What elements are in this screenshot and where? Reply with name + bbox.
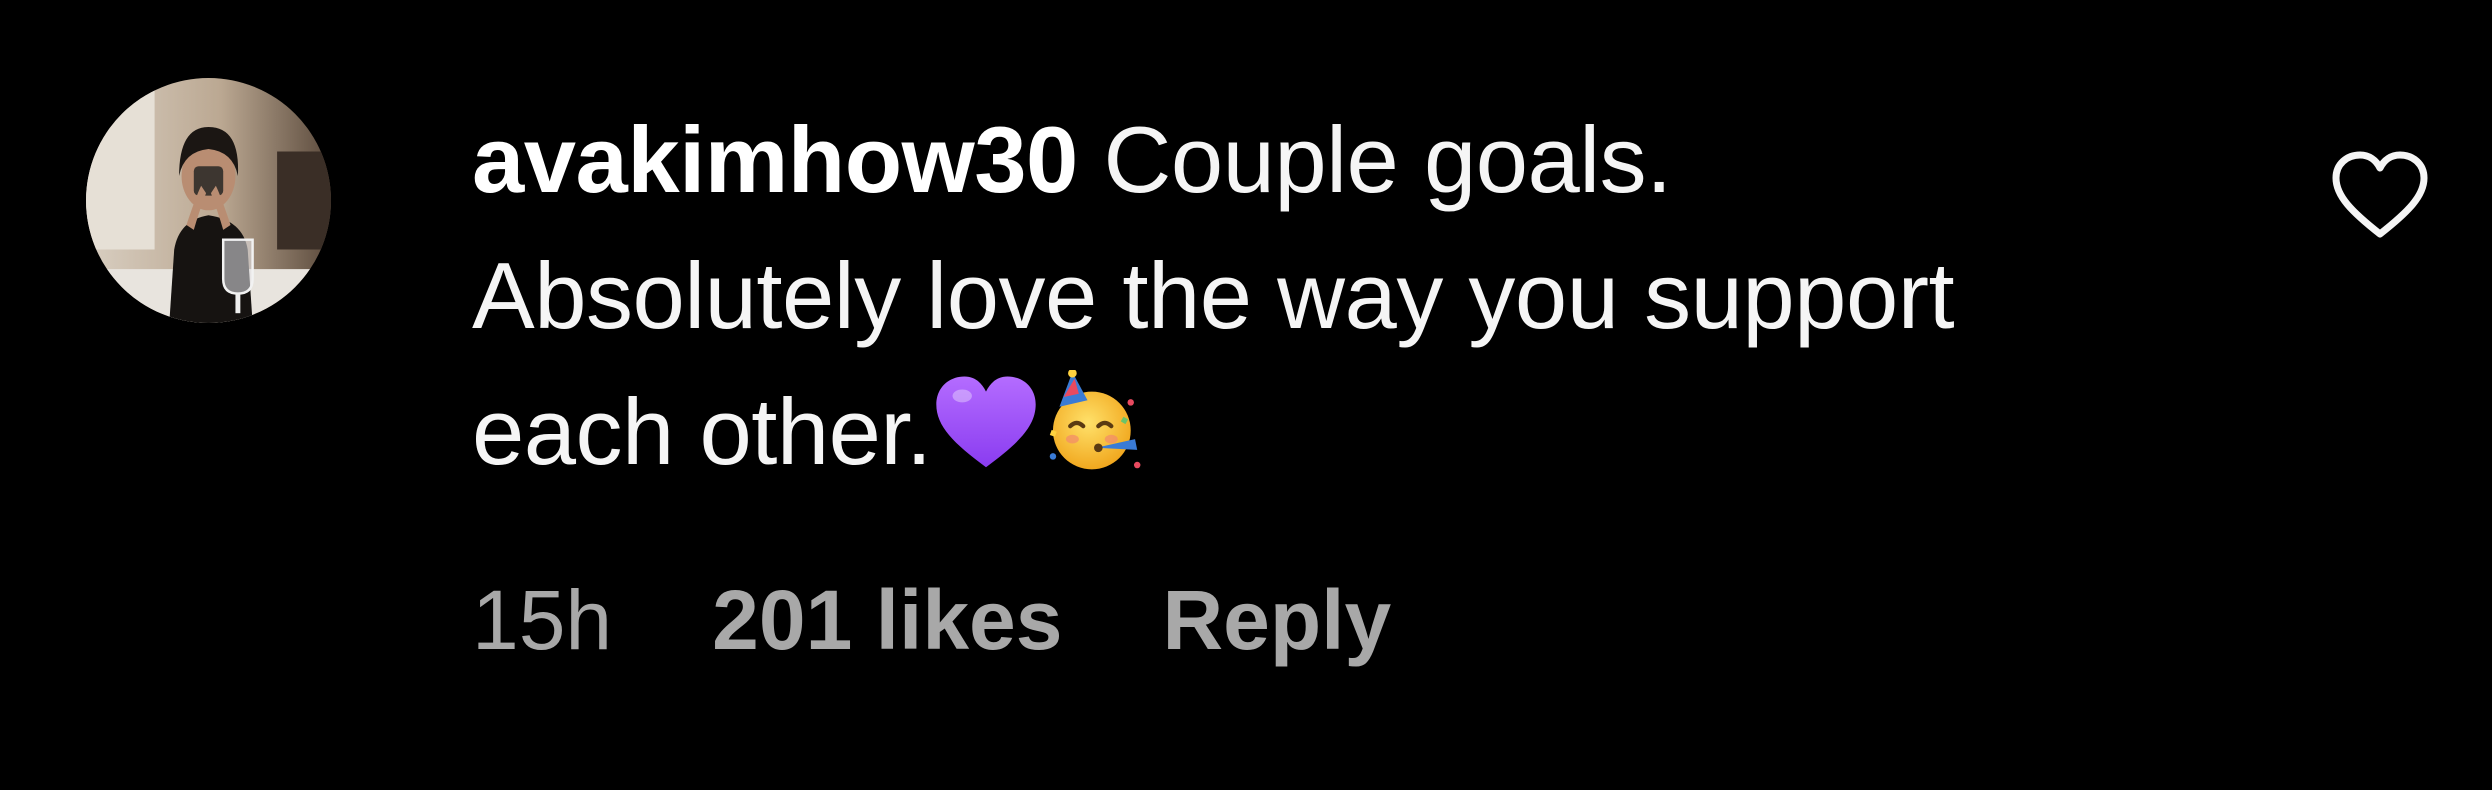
comment-timestamp: 15h [472, 573, 613, 667]
purple-heart-emoji [932, 370, 1040, 478]
comment-body: avakimhow30 Couple goals. Absolutely lov… [472, 92, 2002, 500]
comment-meta: 15h 201 likes Reply [472, 570, 1391, 670]
like-button[interactable] [2330, 150, 2430, 240]
partying-face-emoji [1040, 370, 1148, 478]
reply-button[interactable]: Reply [1162, 570, 1391, 670]
comment-row: avakimhow30 Couple goals. Absolutely lov… [0, 0, 2492, 790]
heart-outline-icon [2332, 151, 2428, 238]
user-avatar-photo [86, 78, 331, 323]
comment-text: avakimhow30 Couple goals. Absolutely lov… [472, 92, 2002, 500]
avatar[interactable] [86, 78, 331, 323]
likes-count[interactable]: 201 likes [712, 570, 1062, 670]
comment-username[interactable]: avakimhow30 [472, 107, 1078, 212]
